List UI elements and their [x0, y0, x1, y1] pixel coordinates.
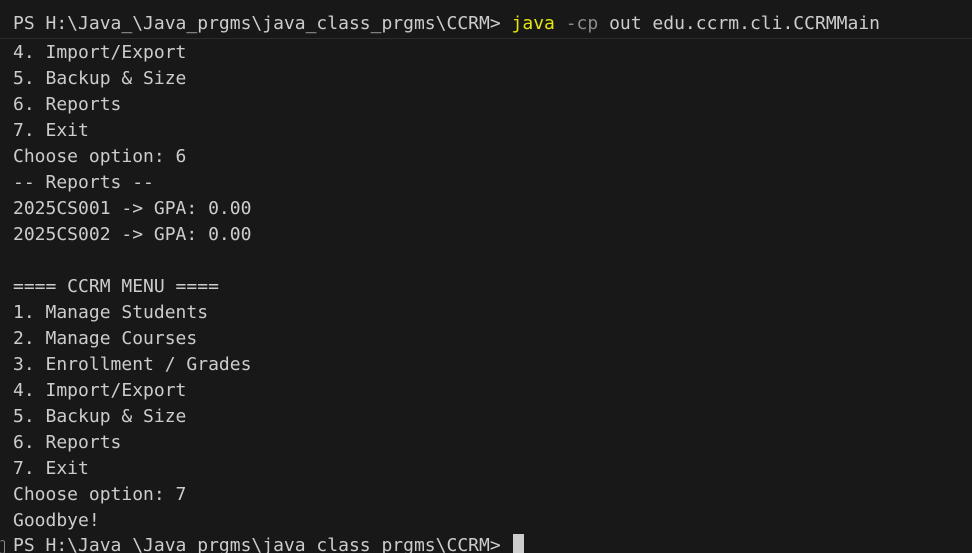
output-line: Choose option: 7 [13, 484, 187, 505]
output-line: ==== CCRM MENU ==== [13, 276, 219, 297]
output-line: 5. Backup & Size [13, 406, 187, 427]
output-line: 4. Import/Export [13, 380, 187, 401]
output-line: 2025CS001 -> GPA: 0.00 [13, 198, 252, 219]
output-line: 6. Reports [13, 94, 122, 115]
output-line: 5. Backup & Size [13, 68, 187, 89]
output-line: 2025CS002 -> GPA: 0.00 [13, 224, 252, 245]
scroll-divider [0, 38, 972, 39]
command-args: out edu.ccrm.cli.CCRMMain [609, 13, 881, 34]
output-line: 4. Import/Export [13, 42, 187, 63]
output-line: Choose option: 6 [13, 146, 187, 167]
prompt-prefix: PS H:\Java_\Java_prgms\java_class_prgms\… [13, 535, 501, 553]
command-java: java [511, 13, 555, 34]
active-prompt-line[interactable]: PS H:\Java_\Java_prgms\java_class_prgms\… [13, 533, 524, 553]
command-prompt-line: PS H:\Java_\Java_prgms\java_class_prgms\… [13, 11, 880, 37]
output-line: Goodbye! [13, 510, 100, 531]
output-line: -- Reports -- [13, 172, 154, 193]
output-line: 6. Reports [13, 432, 122, 453]
output-line: 3. Enrollment / Grades [13, 354, 252, 375]
prompt-prefix: PS H:\Java_\Java_prgms\java_class_prgms\… [13, 13, 501, 34]
output-line: 7. Exit [13, 120, 89, 141]
text-cursor [512, 534, 524, 553]
terminal-panel[interactable]: PS H:\Java_\Java_prgms\java_class_prgms\… [0, 0, 972, 553]
output-line: 2. Manage Courses [13, 328, 198, 349]
command-decoration-icon[interactable] [0, 540, 5, 553]
command-flag: -cp [565, 13, 599, 34]
output-line: 1. Manage Students [13, 302, 209, 323]
output-line: 7. Exit [13, 458, 89, 479]
